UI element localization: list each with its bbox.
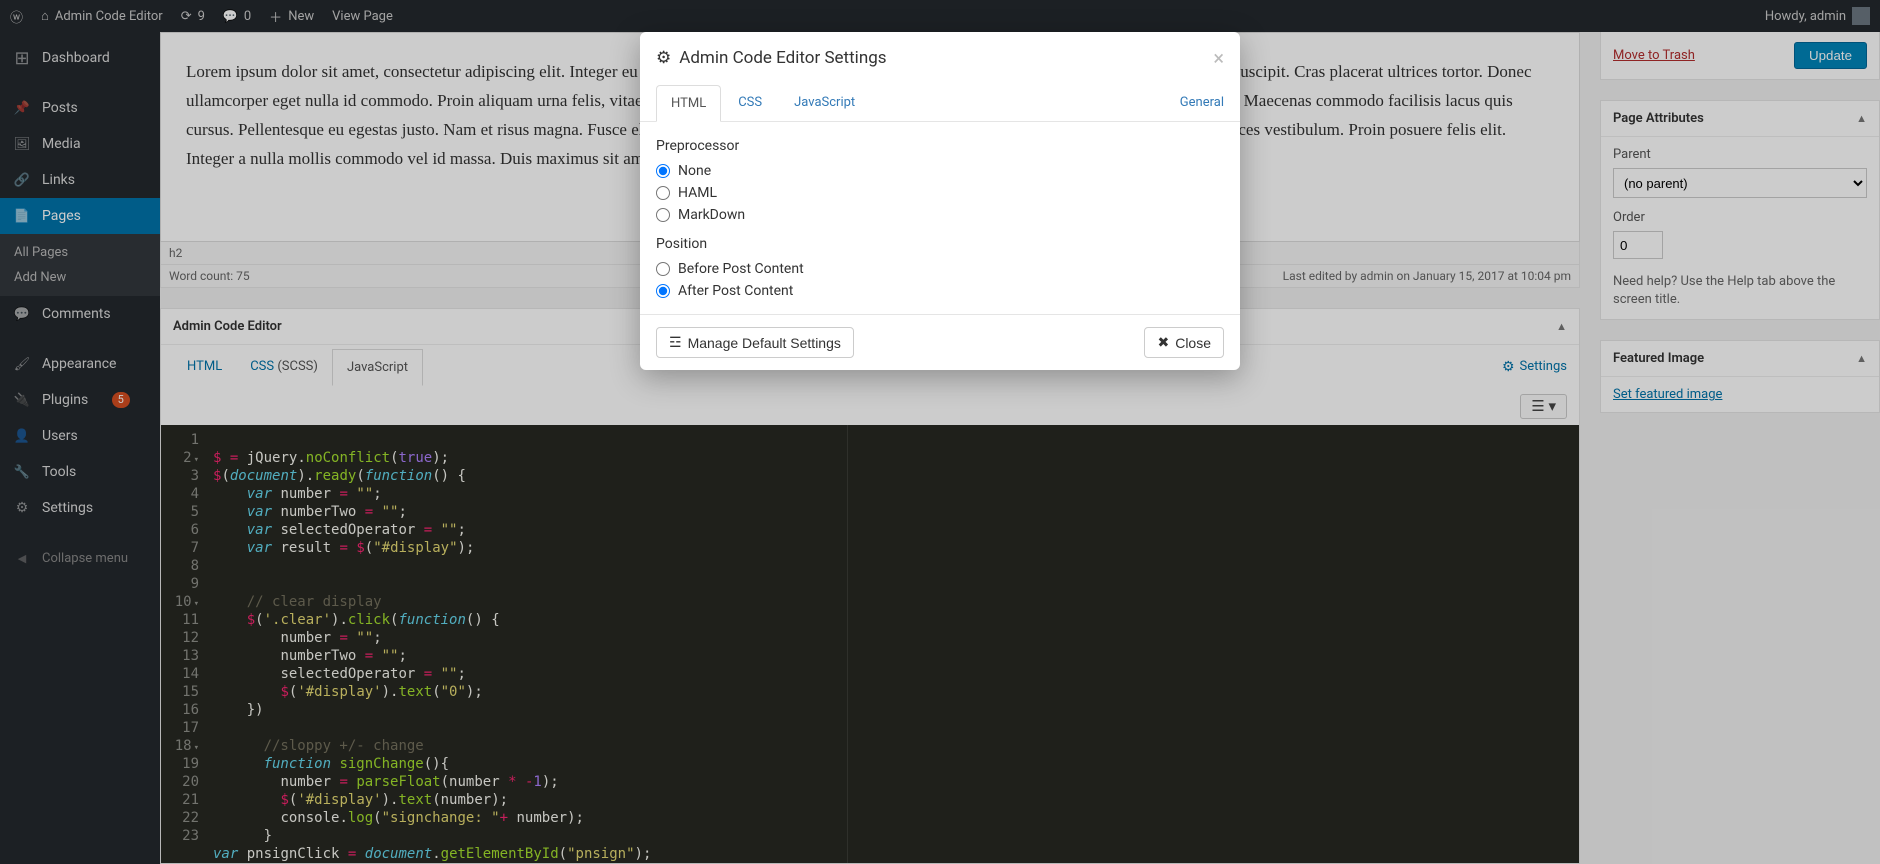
ace-settings-modal: ⚙ Admin Code Editor Settings × HTML CSS … bbox=[640, 32, 1240, 370]
position-label: Position bbox=[656, 236, 1224, 252]
pp-radio-none[interactable] bbox=[656, 164, 670, 178]
modal-body: Preprocessor None HAML MarkDown Position… bbox=[640, 122, 1240, 314]
modal-tab-html[interactable]: HTML bbox=[656, 85, 721, 122]
pos-option-after[interactable]: After Post Content bbox=[656, 280, 1224, 302]
close-button[interactable]: ✖ Close bbox=[1144, 327, 1224, 358]
modal-title: Admin Code Editor Settings bbox=[679, 48, 886, 68]
modal-tab-general[interactable]: General bbox=[1180, 85, 1224, 120]
modal-tab-js[interactable]: JavaScript bbox=[779, 84, 870, 121]
modal-footer: ☲ Manage Default Settings ✖ Close bbox=[640, 314, 1240, 370]
pp-option-markdown[interactable]: MarkDown bbox=[656, 204, 1224, 226]
pp-option-none[interactable]: None bbox=[656, 160, 1224, 182]
sliders-icon: ⚙ bbox=[656, 48, 671, 68]
preprocessor-label: Preprocessor bbox=[656, 138, 1224, 154]
manage-defaults-button[interactable]: ☲ Manage Default Settings bbox=[656, 327, 854, 358]
close-icon: ✖ bbox=[1157, 334, 1169, 351]
pp-option-haml[interactable]: HAML bbox=[656, 182, 1224, 204]
pp-radio-haml[interactable] bbox=[656, 186, 670, 200]
pos-option-before[interactable]: Before Post Content bbox=[656, 258, 1224, 280]
sliders-icon: ☲ bbox=[669, 334, 682, 351]
pp-radio-markdown[interactable] bbox=[656, 208, 670, 222]
pos-radio-after[interactable] bbox=[656, 284, 670, 298]
modal-header: ⚙ Admin Code Editor Settings × bbox=[640, 32, 1240, 84]
modal-tab-row: HTML CSS JavaScript General bbox=[640, 84, 1240, 122]
modal-close-x[interactable]: × bbox=[1213, 46, 1224, 70]
pos-radio-before[interactable] bbox=[656, 262, 670, 276]
modal-tab-css[interactable]: CSS bbox=[723, 84, 777, 121]
